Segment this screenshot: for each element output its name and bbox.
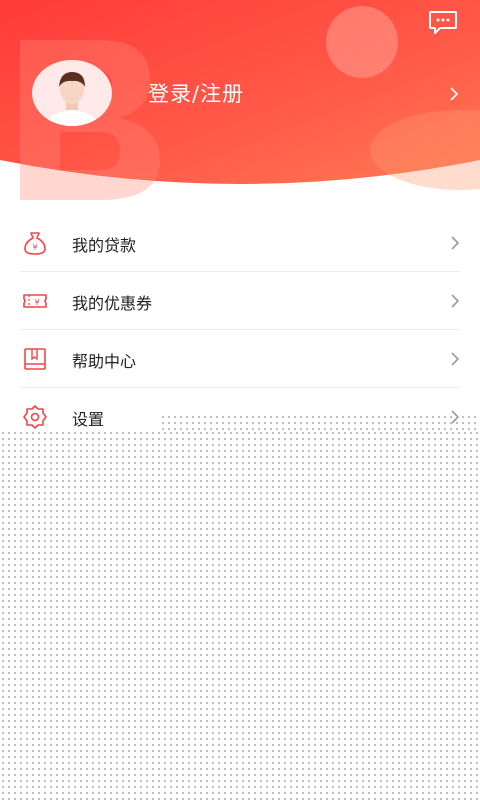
- coupon-icon: ¥: [23, 294, 47, 308]
- chevron-right-icon: [450, 87, 459, 101]
- money-bag-icon: ¥: [24, 232, 46, 255]
- menu-item-label: 帮助中心: [72, 352, 137, 371]
- menu-item-help-center[interactable]: 帮助中心: [20, 330, 460, 388]
- svg-text:¥: ¥: [34, 298, 39, 307]
- chevron-right-icon: [451, 294, 460, 308]
- login-register-label: 登录/注册: [148, 82, 245, 106]
- profile-header: 登录/注册: [0, 0, 480, 200]
- svg-text:¥: ¥: [32, 243, 37, 252]
- login-register-row[interactable]: 登录/注册: [0, 60, 480, 130]
- chat-bubble-icon: [429, 11, 457, 34]
- message-button[interactable]: [428, 10, 458, 36]
- menu-item-label: 我的优惠券: [72, 294, 153, 313]
- book-icon: [24, 348, 46, 370]
- user-avatar-icon: [44, 72, 100, 126]
- menu-list: ¥ 我的贷款 ¥ 我的优惠券 帮助中心 设置: [0, 214, 480, 446]
- dotted-overlay: [0, 430, 480, 800]
- chevron-right-icon: [451, 236, 460, 250]
- avatar[interactable]: [32, 60, 112, 126]
- menu-item-my-coupons[interactable]: ¥ 我的优惠券: [20, 272, 460, 330]
- menu-item-my-loans[interactable]: ¥ 我的贷款: [20, 214, 460, 272]
- chevron-right-icon: [451, 352, 460, 366]
- menu-item-label: 设置: [72, 410, 105, 429]
- menu-item-label: 我的贷款: [72, 236, 137, 255]
- gear-icon: [23, 405, 47, 429]
